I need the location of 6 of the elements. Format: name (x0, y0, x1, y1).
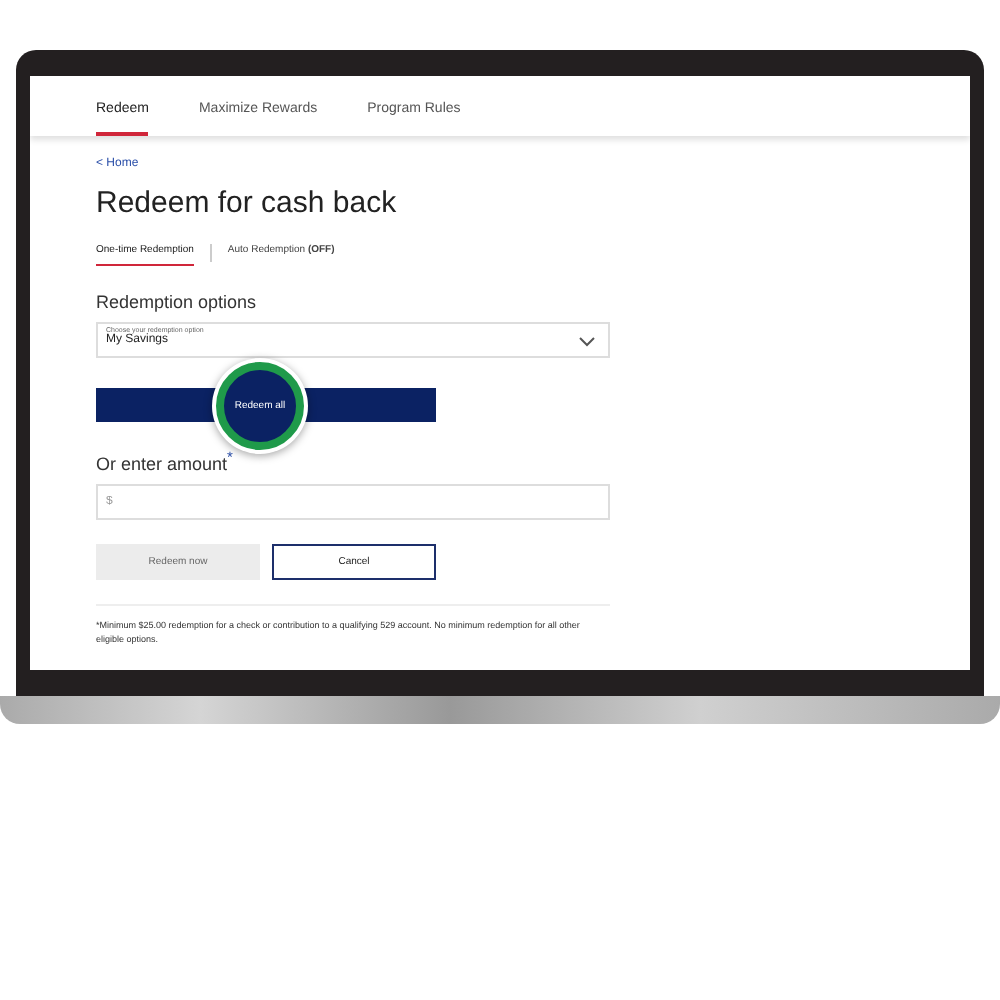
chevron-down-icon (578, 336, 596, 348)
section-title: Redemption options (96, 292, 259, 312)
amount-title: Or enter amount$^{*}$ (96, 448, 235, 474)
page-title: Redeem for cash back (96, 186, 399, 220)
button-background (96, 388, 220, 422)
button-background (300, 388, 436, 422)
